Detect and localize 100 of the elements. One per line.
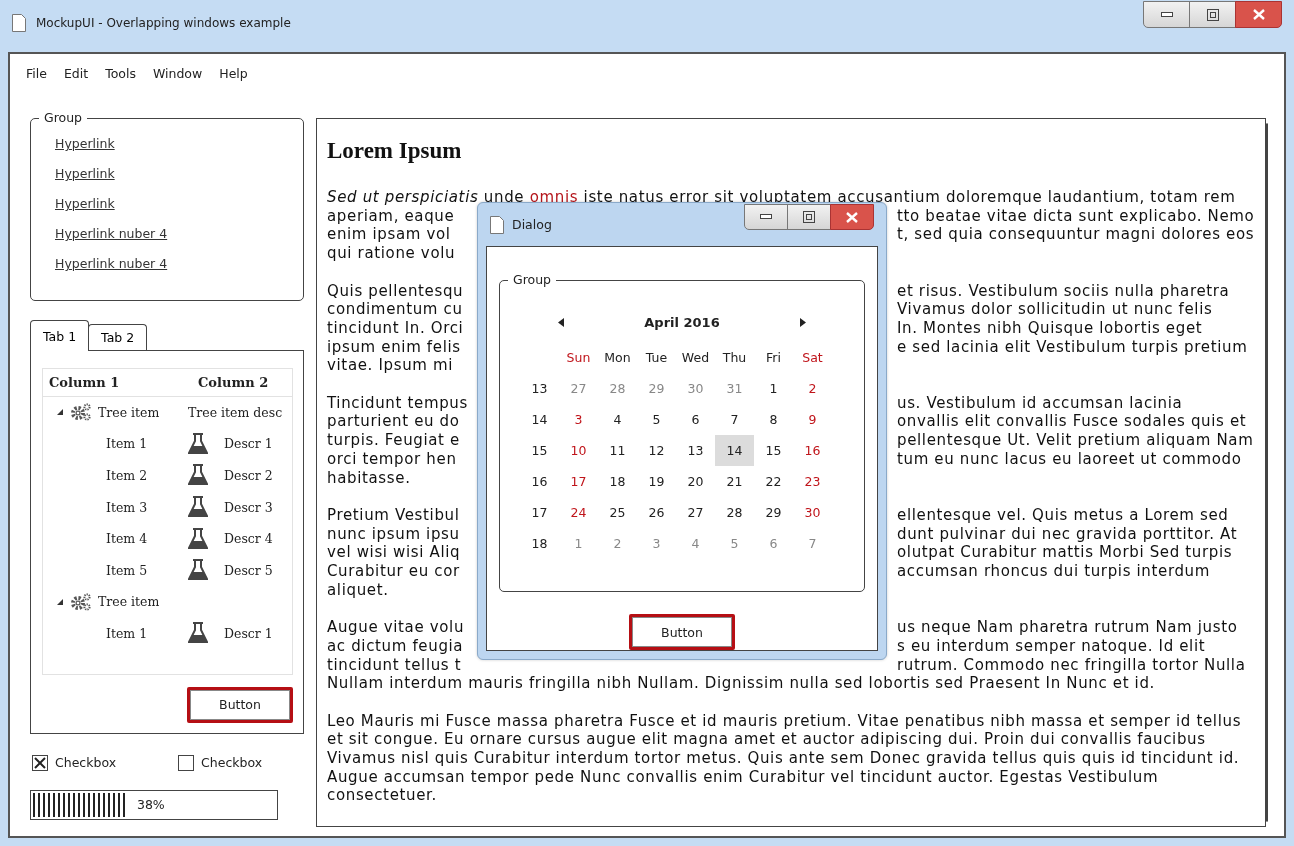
hyperlink[interactable]: Hyperlink — [55, 166, 115, 181]
tree-item-label[interactable]: Item 4 — [106, 531, 148, 547]
calendar-day[interactable]: 22 — [754, 466, 793, 497]
calendar-day[interactable]: 28 — [598, 373, 637, 404]
calendar-day[interactable]: 5 — [715, 528, 754, 559]
calendar-day[interactable]: 25 — [598, 497, 637, 528]
tab[interactable]: Tab 1 — [30, 320, 90, 351]
calendar-day[interactable]: 5 — [637, 404, 676, 435]
calendar-day[interactable]: 11 — [598, 435, 637, 466]
calendar-day[interactable]: 17 — [559, 466, 598, 497]
text-line: Sed ut perspiciatis unde omnis iste natus error sit voluptatem accusantium doloremque laudantium, totam rem — [327, 188, 1237, 207]
calendar-day[interactable]: 29 — [637, 373, 676, 404]
calendar-day[interactable]: 21 — [715, 466, 754, 497]
text-link[interactable]: omnis — [529, 188, 579, 206]
menu-item[interactable]: Window — [152, 66, 203, 80]
weekday-label: Wed — [680, 349, 711, 367]
calendar-day[interactable]: 2 — [598, 528, 637, 559]
calendar-day[interactable]: 30 — [676, 373, 715, 404]
menu-item[interactable]: File — [26, 66, 47, 80]
calendar-day[interactable]: 20 — [676, 466, 715, 497]
document-heading: Lorem Ipsum — [327, 138, 463, 164]
calendar-day[interactable]: 14 — [715, 435, 754, 466]
calendar-day[interactable]: 6 — [754, 528, 793, 559]
calendar-day[interactable]: 3 — [637, 528, 676, 559]
text-line-fragment: olutpat Curabitur mattis Morbi Sed turpis — [897, 543, 1234, 562]
calendar-day[interactable]: 24 — [559, 497, 598, 528]
group-title: Group — [39, 110, 88, 125]
calendar-day[interactable]: 8 — [754, 404, 793, 435]
calendar-day[interactable]: 16 — [793, 435, 832, 466]
calendar-day[interactable]: 1 — [559, 528, 598, 559]
tree-item-label[interactable]: Item 2 — [106, 468, 148, 483]
calendar-day[interactable]: 23 — [793, 466, 832, 497]
hyperlink[interactable]: Hyperlink — [55, 196, 115, 211]
tree-item-label[interactable]: Item 5 — [106, 562, 148, 578]
calendar-day[interactable]: 7 — [793, 528, 832, 559]
close-button[interactable] — [830, 204, 874, 230]
text-line-fragment: us. Vestibulum id accumsan lacinia — [897, 393, 1184, 413]
calendar-day[interactable]: 26 — [637, 497, 676, 528]
checkbox-label[interactable]: Checkbox — [55, 755, 117, 770]
calendar-day[interactable]: 12 — [637, 435, 676, 466]
checkbox[interactable] — [32, 754, 48, 771]
minimize-button[interactable] — [1143, 1, 1190, 28]
text-line: et sit congue. Eu ornare cursus augue elit magna amet et auctor adipiscing dui. Proin dui convallis faucibus — [327, 730, 1206, 749]
calendar-day[interactable]: 31 — [715, 373, 754, 404]
text-line: Vivamus nisl quis Curabitur interdum tortor metus. Quis ante sem Donec gravida tellus quis quis id tincidunt id. — [327, 749, 1240, 767]
maximize-button[interactable] — [787, 204, 831, 230]
text-line-fragment: rutrum. Commodo nec fringilla tortor Nulla — [897, 655, 1247, 675]
column-header[interactable]: Column 2 — [188, 374, 292, 390]
calendar-day[interactable]: 1 — [754, 373, 793, 404]
calendar-day[interactable]: 19 — [637, 466, 676, 497]
scrollbar[interactable] — [1266, 123, 1269, 822]
button[interactable]: Button — [629, 614, 735, 650]
calendar-day[interactable]: 27 — [559, 373, 598, 404]
tree-item-label[interactable]: Item 3 — [106, 499, 148, 515]
calendar-day[interactable]: 29 — [754, 497, 793, 528]
menu-item[interactable]: Tools — [105, 66, 136, 80]
tree-item-label[interactable]: Item 1 — [106, 625, 148, 641]
calendar-day[interactable]: 18 — [598, 466, 637, 497]
tab[interactable]: Tab 2 — [88, 323, 148, 350]
menu-item[interactable]: Edit — [63, 66, 89, 80]
hyperlink[interactable]: Hyperlink nuber 4 — [55, 226, 168, 241]
calendar-day[interactable]: 28 — [715, 497, 754, 528]
text-line-fragment: nunc ipsum ipsu — [327, 524, 461, 544]
menu-item[interactable]: Help — [219, 66, 248, 80]
tree-item-label[interactable]: Item 1 — [106, 436, 148, 452]
column-header[interactable]: Column 1 — [43, 374, 188, 390]
maximize-button[interactable] — [1189, 1, 1236, 28]
checkbox-label[interactable]: Checkbox — [201, 755, 263, 770]
expander-icon[interactable] — [56, 408, 64, 417]
calendar-day[interactable]: 10 — [559, 435, 598, 466]
calendar-day[interactable]: 9 — [793, 404, 832, 435]
tree-item-label[interactable]: Tree item — [98, 594, 160, 610]
calendar-day[interactable]: 3 — [559, 404, 598, 435]
hyperlink[interactable]: Hyperlink nuber 4 — [55, 256, 168, 271]
group-title: Group — [508, 272, 557, 287]
text-line-fragment: orci tempor hen — [327, 449, 458, 469]
weekday-label: Sun — [565, 349, 592, 367]
calendar-day[interactable]: 27 — [676, 497, 715, 528]
weekday-label: Sat — [801, 349, 824, 367]
calendar-day[interactable]: 6 — [676, 404, 715, 435]
calendar-day[interactable]: 4 — [676, 528, 715, 559]
close-button[interactable] — [1235, 1, 1282, 28]
button[interactable]: Button — [187, 686, 293, 723]
previous-month-icon[interactable] — [558, 318, 564, 327]
minimize-button[interactable] — [744, 204, 788, 230]
calendar-day[interactable]: 30 — [793, 497, 832, 528]
calendar-day[interactable]: 2 — [793, 373, 832, 404]
calendar-day[interactable]: 4 — [598, 404, 637, 435]
calendar-day[interactable]: 15 — [754, 435, 793, 466]
calendar-day[interactable]: 7 — [715, 404, 754, 435]
checkbox[interactable] — [178, 754, 195, 771]
text-line: vitae. Ipsum mi — [327, 356, 454, 375]
tree-item-label[interactable]: Tree item — [98, 404, 160, 420]
expander-icon[interactable] — [56, 597, 64, 606]
next-month-icon[interactable] — [800, 318, 806, 327]
calendar-day[interactable]: 13 — [676, 435, 715, 466]
hyperlink[interactable]: Hyperlink — [55, 136, 115, 151]
maximize-icon — [803, 211, 815, 223]
text-line-fragment: tincidunt tellus t — [327, 655, 463, 675]
text-line-fragment: t, sed quia consequuntur magni dolores eos — [897, 225, 1255, 245]
